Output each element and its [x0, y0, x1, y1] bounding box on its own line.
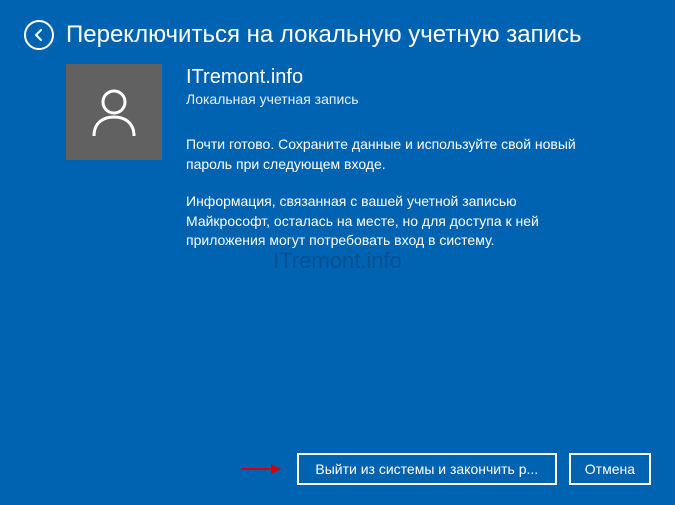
avatar [66, 64, 162, 160]
page-title: Переключиться на локальную учетную запис… [66, 21, 582, 49]
arrow-right-icon [241, 462, 281, 476]
account-type-label: Локальная учетная запись [186, 91, 651, 107]
back-button[interactable] [24, 20, 54, 50]
username-label: ITremont.info [186, 66, 651, 89]
cancel-button[interactable]: Отмена [569, 453, 651, 485]
ready-message: Почти готово. Сохраните данные и использ… [186, 135, 586, 174]
signout-finish-button[interactable]: Выйти из системы и закончить р... [297, 453, 557, 485]
annotation-arrow [241, 462, 281, 476]
user-icon [84, 82, 144, 142]
arrow-left-icon [31, 27, 47, 43]
info-message: Информация, связанная с вашей учетной за… [186, 192, 586, 251]
